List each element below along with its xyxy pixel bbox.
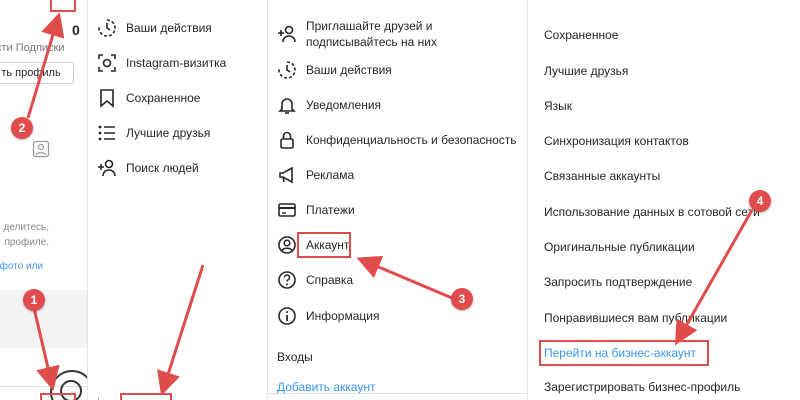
step-1-badge: 1 (23, 289, 45, 311)
step-3-badge: 3 (451, 288, 473, 310)
account-item-request-verification[interactable]: Запросить подтверждение (544, 275, 692, 289)
edit-profile-button[interactable]: ть профиль (0, 62, 74, 84)
add-photo-link[interactable]: фото или (0, 261, 43, 272)
info-icon (277, 306, 297, 326)
account-item-business-profile[interactable]: Зарегистрировать бизнес-профиль (544, 380, 740, 394)
account-item-original-posts[interactable]: Оригинальные публикации (544, 240, 695, 254)
menu-button-highlight[interactable] (50, 0, 76, 12)
posts-count: 0 (72, 22, 80, 38)
account-item-saved[interactable]: Сохраненное (544, 28, 618, 42)
empty-state-text-1: делитесь, (3, 222, 49, 233)
bell-icon (277, 95, 297, 115)
logins-section-header: Входы (277, 350, 313, 364)
close-friends-icon (97, 123, 117, 143)
settings-item-invite-friends[interactable]: Приглашайте друзей и подписывайтесь на ни… (277, 18, 437, 50)
profile-stats: сти Подписки (0, 42, 65, 54)
settings-item-about[interactable]: Информация (277, 306, 379, 326)
megaphone-icon (277, 165, 297, 185)
menu-item-nametag[interactable]: Instagram-визитка (97, 53, 226, 73)
card-icon (277, 200, 297, 220)
nametag-icon (97, 53, 117, 73)
menu-item-close-friends[interactable]: Лучшие друзья (97, 123, 210, 143)
bottom-tab-marker: ↓ (96, 395, 101, 400)
add-person-icon (97, 158, 117, 178)
account-item-cellular-data[interactable]: Использование данных в сотовой сети (544, 205, 760, 219)
tagged-photos-icon[interactable] (32, 140, 50, 158)
side-menu-panel: Ваши действия Instagram-визитка Сохранен… (88, 0, 268, 400)
account-item-liked-posts[interactable]: Понравившиеся вам публикации (544, 311, 727, 325)
menu-item-activity[interactable]: Ваши действия (97, 18, 212, 38)
menu-item-discover-people[interactable]: Поиск людей (97, 158, 199, 178)
account-item-language[interactable]: Язык (544, 99, 572, 113)
menu-item-saved[interactable]: Сохраненное (97, 88, 200, 108)
lock-icon (277, 130, 297, 150)
step-4-badge: 4 (749, 190, 771, 212)
profile-tab-highlight[interactable] (40, 393, 76, 400)
settings-panel: Приглашайте друзей и подписывайтесь на ни… (268, 0, 528, 400)
settings-button-highlight[interactable] (120, 393, 172, 400)
profile-panel: 0 сти Подписки ть профиль делитесь, проф… (0, 0, 88, 400)
account-item-close-friends[interactable]: Лучшие друзья (544, 64, 628, 78)
account-item-contacts-sync[interactable]: Синхронизация контактов (544, 134, 689, 148)
settings-item-help[interactable]: Справка (277, 270, 353, 290)
settings-item-privacy[interactable]: Конфиденциальность и безопасность (277, 130, 517, 150)
settings-item-activity[interactable]: Ваши действия (277, 60, 392, 80)
business-highlight-box (539, 340, 709, 366)
account-item-linked-accounts[interactable]: Связанные аккаунты (544, 169, 660, 183)
account-icon (277, 235, 297, 255)
settings-item-ads[interactable]: Реклама (277, 165, 354, 185)
bookmark-icon (97, 88, 117, 108)
add-account-link[interactable]: Добавить аккаунт (277, 380, 375, 394)
settings-item-payments[interactable]: Платежи (277, 200, 355, 220)
bottom-nav (268, 393, 527, 400)
account-highlight-box (297, 232, 351, 258)
activity-icon (277, 60, 297, 80)
add-person-icon (277, 24, 297, 44)
empty-state-text-2: профиле. (4, 237, 49, 248)
help-icon (277, 270, 297, 290)
step-2-badge: 2 (11, 117, 33, 139)
settings-item-notifications[interactable]: Уведомления (277, 95, 381, 115)
activity-icon (97, 18, 117, 38)
